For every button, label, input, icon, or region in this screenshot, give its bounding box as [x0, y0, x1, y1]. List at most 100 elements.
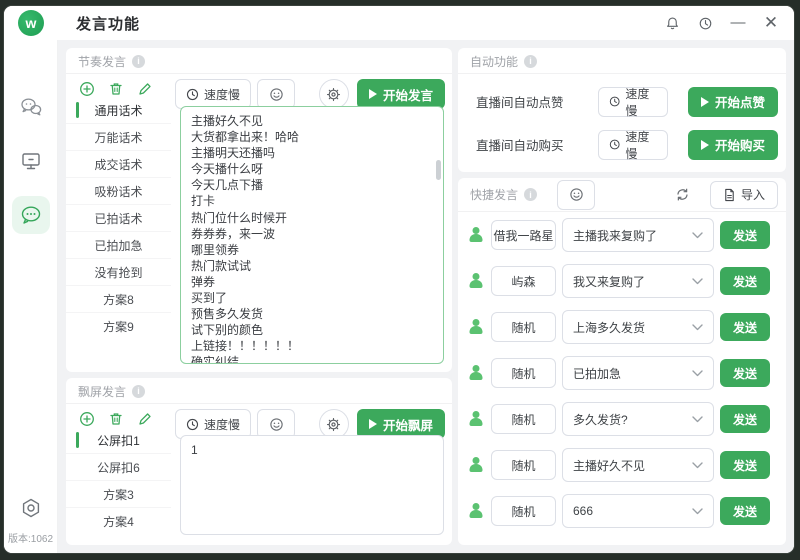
float-tab[interactable]: 方案3 — [66, 481, 171, 508]
user-icon — [468, 227, 483, 243]
sender-name-box[interactable]: 借我一路星 — [491, 220, 556, 250]
start-auto-button[interactable]: 开始购买 — [688, 130, 778, 160]
send-button[interactable]: 发送 — [720, 267, 770, 295]
rhythm-tab[interactable]: 已拍话术 — [66, 205, 171, 232]
send-button[interactable]: 发送 — [720, 497, 770, 525]
sidebar: 版本:1062 — [4, 40, 58, 553]
sender-name-box[interactable]: 随机 — [491, 496, 556, 526]
active-tab-indicator — [76, 183, 79, 199]
close-button[interactable]: ✕ — [762, 14, 780, 32]
user-icon — [468, 503, 483, 519]
rhythm-tab-list: 通用话术 万能话术 成交话术 吸粉话术 已拍话术 — [66, 97, 171, 340]
auto-function-row: 直播间自动点赞 速度慢 开始点赞 — [458, 80, 786, 123]
auto-function-label: 直播间自动点赞 — [476, 92, 564, 111]
sender-name-box[interactable]: 随机 — [491, 404, 556, 434]
rhythm-tab[interactable]: 吸粉话术 — [66, 178, 171, 205]
play-icon — [701, 140, 709, 150]
quick-message-row: 借我一路星 主播我来复购了 发送 — [458, 212, 786, 258]
float-tab[interactable]: 公屏扣1 — [66, 427, 171, 454]
emoji-button[interactable] — [557, 180, 595, 210]
sender-name-box[interactable]: 随机 — [491, 312, 556, 342]
float-messages-textarea[interactable]: 1 — [180, 435, 444, 535]
message-select[interactable]: 我又来复购了 — [562, 264, 714, 298]
rhythm-tab[interactable]: 方案8 — [66, 286, 171, 313]
panel-rhythm-title: 节奏发言 — [78, 53, 126, 70]
notification-bell-icon[interactable] — [663, 14, 681, 32]
user-icon — [468, 365, 483, 381]
message-select[interactable]: 多久发货? — [562, 402, 714, 436]
panel-settings-button[interactable] — [319, 79, 349, 109]
add-plan-button[interactable] — [79, 411, 95, 427]
edit-plan-button[interactable] — [137, 81, 153, 97]
add-plan-button[interactable] — [79, 81, 95, 97]
message-select-value: 主播我来复购了 — [573, 227, 692, 244]
minimize-button[interactable]: — — [729, 14, 747, 32]
send-button[interactable]: 发送 — [720, 313, 770, 341]
import-button[interactable]: 导入 — [710, 181, 778, 209]
start-auto-button[interactable]: 开始点赞 — [688, 87, 778, 117]
rhythm-tab[interactable]: 成交话术 — [66, 151, 171, 178]
send-button[interactable]: 发送 — [720, 405, 770, 433]
float-tab[interactable]: 公屏扣6 — [66, 454, 171, 481]
message-select[interactable]: 上海多久发货 — [562, 310, 714, 344]
speed-select-button[interactable]: 速度慢 — [598, 87, 668, 117]
textarea-scrollbar[interactable] — [436, 160, 441, 180]
edit-plan-button[interactable] — [137, 411, 153, 427]
refresh-icon[interactable] — [674, 186, 692, 204]
rhythm-tab[interactable]: 万能话术 — [66, 124, 171, 151]
send-button[interactable]: 发送 — [720, 451, 770, 479]
speed-select-button[interactable]: 速度慢 — [175, 79, 251, 109]
tab-label: 公屏扣6 — [97, 459, 140, 476]
user-icon — [468, 411, 483, 427]
chevron-down-icon — [692, 370, 703, 377]
tab-label: 方案8 — [103, 291, 134, 308]
message-select-value: 主播好久不见 — [573, 457, 692, 474]
rhythm-messages-textarea[interactable]: 主播好久不见 大货都拿出来！哈哈 主播明天还播吗 今天播什么呀 今天几点下播 打… — [180, 106, 444, 364]
tab-label: 已拍话术 — [94, 210, 142, 227]
chevron-down-icon — [692, 324, 703, 331]
auto-function-label: 直播间自动购买 — [476, 135, 564, 154]
rhythm-tab[interactable]: 已拍加急 — [66, 232, 171, 259]
rhythm-tab[interactable]: 方案9 — [66, 313, 171, 340]
message-select-value: 上海多久发货 — [573, 319, 692, 336]
speed-clock-icon — [186, 418, 199, 431]
speed-select-button[interactable]: 速度慢 — [598, 130, 668, 160]
message-select[interactable]: 主播我来复购了 — [562, 218, 714, 252]
float-tab[interactable]: 方案4 — [66, 508, 171, 535]
version-label: 版本:1062 — [8, 530, 53, 545]
sender-name-box[interactable]: 随机 — [491, 358, 556, 388]
active-tab-indicator — [76, 129, 79, 145]
speed-label: 速度慢 — [625, 128, 657, 162]
monitor-icon[interactable] — [12, 142, 50, 180]
chat-messages-icon[interactable] — [12, 196, 50, 234]
quick-message-row: 随机 主播好久不见 发送 — [458, 442, 786, 488]
info-icon — [524, 55, 537, 68]
sender-name-box[interactable]: 屿森 — [491, 266, 556, 296]
delete-plan-button[interactable] — [108, 81, 124, 97]
speed-clock-icon — [186, 88, 199, 101]
message-select[interactable]: 已拍加急 — [562, 356, 714, 390]
message-select[interactable]: 主播好久不见 — [562, 448, 714, 482]
wechat-icon[interactable] — [12, 88, 50, 126]
rhythm-tab[interactable]: 没有抢到 — [66, 259, 171, 286]
message-select[interactable]: 666 — [562, 494, 714, 528]
titlebar: w 发言功能 — ✕ — [4, 6, 794, 40]
active-tab-indicator — [76, 432, 79, 448]
start-speech-button[interactable]: 开始发言 — [357, 79, 445, 109]
settings-gear-icon[interactable] — [12, 490, 50, 528]
panel-auto-functions: 自动功能 直播间自动点赞 速度慢 开始点赞 — [458, 48, 786, 172]
message-select-value: 666 — [573, 504, 692, 518]
tab-label: 通用话术 — [94, 102, 142, 119]
message-select-value: 我又来复购了 — [573, 273, 692, 290]
delete-plan-button[interactable] — [108, 411, 124, 427]
rhythm-tab[interactable]: 通用话术 — [66, 97, 171, 124]
float-tab-list: 公屏扣1 公屏扣6 方案3 方案4 — [66, 427, 171, 535]
send-button[interactable]: 发送 — [720, 221, 770, 249]
sender-name-box[interactable]: 随机 — [491, 450, 556, 480]
emoji-button[interactable] — [257, 79, 295, 109]
tab-label: 方案3 — [103, 486, 134, 503]
send-button[interactable]: 发送 — [720, 359, 770, 387]
speed-label: 速度慢 — [204, 416, 240, 433]
history-clock-icon[interactable] — [696, 14, 714, 32]
play-icon — [369, 419, 377, 429]
